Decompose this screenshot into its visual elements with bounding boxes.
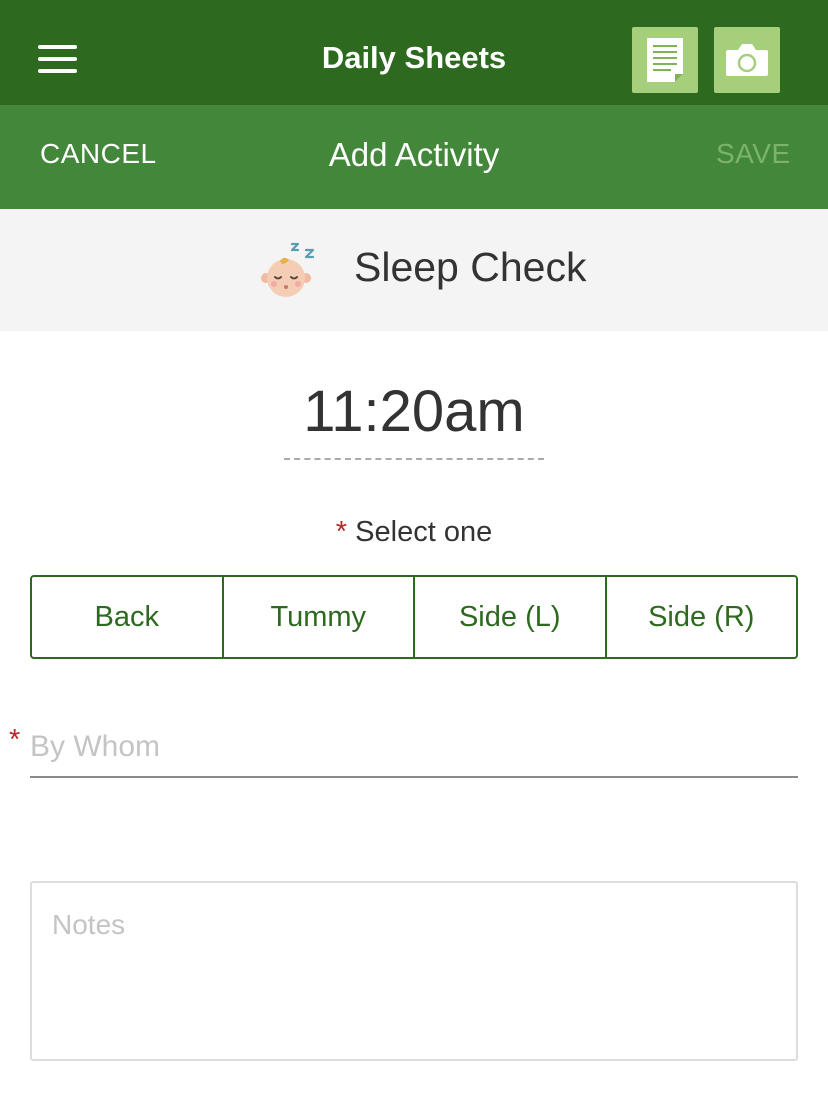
required-asterisk: * [335, 516, 348, 548]
notes-button[interactable] [632, 27, 698, 93]
sleeping-baby-icon [261, 242, 315, 297]
time-picker[interactable]: 11:20am [284, 378, 544, 445]
position-option-side-left[interactable]: Side (L) [415, 577, 607, 657]
activity-name: Sleep Check [354, 244, 587, 290]
select-one-text: Select one [355, 516, 493, 548]
page-title: Add Activity [328, 136, 500, 173]
required-asterisk: * [9, 724, 21, 756]
by-whom-input[interactable] [30, 718, 798, 778]
position-select-label: * Select one [0, 516, 828, 549]
notes-document-icon [647, 38, 683, 82]
position-option-back[interactable]: Back [32, 577, 224, 657]
camera-button[interactable] [714, 27, 780, 93]
position-option-side-right[interactable]: Side (R) [607, 577, 797, 657]
save-button[interactable]: SAVE [716, 138, 791, 170]
position-option-tummy[interactable]: Tummy [224, 577, 415, 657]
notes-textarea[interactable] [30, 881, 798, 1061]
app-title: Daily Sheets [321, 40, 507, 75]
sleep-position-selector: Back Tummy Side (L) Side (R) [30, 575, 798, 659]
time-underline [284, 458, 544, 460]
camera-icon [726, 44, 768, 76]
